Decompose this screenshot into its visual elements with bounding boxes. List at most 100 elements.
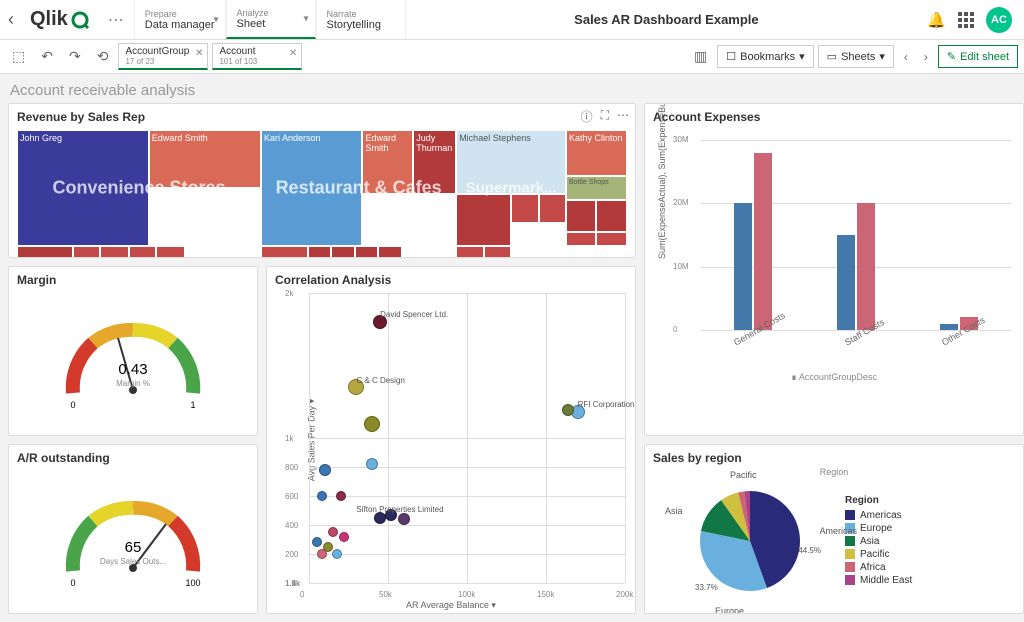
selection-tool-icon[interactable]: ⬚	[6, 44, 31, 69]
bar[interactable]	[857, 203, 875, 330]
x-axis-label: AccountGroupDesc	[799, 372, 877, 382]
more-icon[interactable]: ⋯	[617, 108, 629, 125]
sheets-button[interactable]: ▭ Sheets ▾	[818, 45, 894, 68]
treemap-cell[interactable]	[596, 232, 627, 246]
treemap-cell[interactable]	[456, 194, 511, 246]
apps-grid-icon[interactable]	[958, 12, 974, 28]
card-title: Revenue by Sales Rep	[9, 104, 635, 130]
treemap-cell[interactable]: Michael Stephens	[456, 130, 566, 194]
scatter-point[interactable]	[319, 464, 331, 476]
sales-region-card[interactable]: Sales by region Region Americas 44.5% Eu…	[644, 444, 1024, 614]
margin-gauge: 0.43 Margin % 0 1	[48, 298, 218, 418]
selections-toolbar: ⬚ ↶ ↷ ⟲ AccountGroup 17 of 23 ✕ Account …	[0, 40, 1024, 74]
treemap-cell[interactable]	[378, 246, 401, 258]
scatter-point[interactable]	[398, 513, 410, 525]
treemap-cell[interactable]: Kathy Clinton	[566, 130, 627, 176]
treemap-cell[interactable]	[331, 246, 354, 258]
correlation-card[interactable]: Correlation Analysis Avg Sales Per Day ▾…	[266, 266, 636, 614]
chevron-down-icon: ▾	[303, 13, 308, 24]
treemap-cell[interactable]	[73, 246, 100, 258]
treemap-cell[interactable]: Edward Smith	[149, 130, 261, 188]
treemap-cell[interactable]	[17, 246, 73, 258]
svg-text:65: 65	[125, 539, 142, 556]
legend-item[interactable]: Middle East	[845, 575, 912, 586]
ar-outstanding-card[interactable]: A/R outstanding 65 Days Sales Outs... 0 …	[8, 444, 258, 614]
fullscreen-icon[interactable]: ⛶	[601, 108, 609, 125]
treemap-cell[interactable]: Judy Thurman	[413, 130, 456, 194]
tab-narrate[interactable]: Narrate Storytelling	[316, 0, 406, 39]
treemap-chart[interactable]: John Greg Edward Smith Convenience Store…	[17, 130, 627, 246]
nav-tabs: Prepare Data manager ▾ Analyze Sheet ▾ N…	[134, 0, 406, 39]
close-icon[interactable]: ✕	[195, 48, 203, 59]
treemap-cell[interactable]: Bottle Shops	[566, 176, 627, 199]
margin-gauge-card[interactable]: Margin 0.43 Margin % 0 1	[8, 266, 258, 436]
avatar[interactable]: AC	[986, 7, 1012, 33]
treemap-cell[interactable]	[456, 246, 483, 258]
card-title: A/R outstanding	[9, 445, 257, 471]
treemap-cell[interactable]	[511, 194, 538, 223]
info-icon[interactable]: ⓘ	[581, 108, 593, 125]
legend-item[interactable]: Americas	[845, 510, 912, 521]
card-title: Account Expenses	[645, 104, 1023, 130]
chevron-down-icon: ▾	[213, 14, 218, 25]
treemap-cell[interactable]	[129, 246, 156, 258]
treemap-cell[interactable]	[261, 246, 308, 258]
next-sheet-button[interactable]: ›	[918, 46, 934, 68]
bookmarks-button[interactable]: ☐ Bookmarks ▾	[717, 45, 813, 68]
selection-account[interactable]: Account 101 of 103 ✕	[212, 43, 302, 70]
svg-text:1: 1	[190, 400, 195, 410]
scatter-point[interactable]	[317, 491, 327, 501]
back-button[interactable]: ‹	[0, 9, 22, 30]
svg-text:Days Sales Outs...: Days Sales Outs...	[100, 557, 166, 566]
tab-analyze[interactable]: Analyze Sheet ▾	[226, 0, 316, 39]
treemap-cell[interactable]	[308, 246, 331, 258]
close-icon[interactable]: ✕	[289, 48, 297, 59]
scatter-point[interactable]	[339, 532, 349, 542]
bar[interactable]	[837, 235, 855, 330]
treemap-cell[interactable]: Edward Smith	[362, 130, 413, 194]
scatter-point[interactable]	[317, 549, 327, 559]
insight-icon[interactable]: ▥	[688, 44, 713, 69]
tab-prepare[interactable]: Prepare Data manager ▾	[134, 0, 226, 39]
treemap-cell[interactable]	[596, 200, 627, 232]
bell-icon[interactable]: 🔔	[927, 11, 946, 29]
treemap-cell[interactable]	[156, 246, 185, 258]
svg-text:0: 0	[70, 578, 75, 588]
y-axis-label: Sum(ExpenseActual), Sum(ExpenseBudget)	[657, 241, 667, 259]
scatter-point[interactable]	[364, 416, 380, 432]
pie-chart[interactable]: Americas 44.5% Europe 33.7% Asia Pacific	[685, 476, 815, 606]
clear-selections-icon[interactable]: ⟲	[91, 44, 115, 69]
treemap-cell[interactable]	[566, 200, 597, 232]
card-title: Correlation Analysis	[267, 267, 635, 293]
scatter-point[interactable]	[328, 527, 338, 537]
treemap-cell[interactable]	[484, 246, 511, 258]
scatter-annotation: David Spencer Ltd.	[380, 310, 448, 319]
svg-text:100: 100	[185, 578, 200, 588]
expenses-bar-chart[interactable]: Sum(ExpenseActual), Sum(ExpenseBudget) 3…	[645, 130, 1023, 370]
step-forward-icon[interactable]: ↷	[63, 44, 87, 69]
brand-logo[interactable]: Qlik	[22, 8, 98, 31]
treemap-cell[interactable]: John Greg	[17, 130, 149, 246]
treemap-cell[interactable]	[355, 246, 378, 258]
step-back-icon[interactable]: ↶	[35, 44, 59, 69]
scatter-plot[interactable]: 2004006008001k1.2k1.4k1.6k1.8k2k050k100k…	[309, 293, 625, 583]
treemap-cell[interactable]	[566, 232, 597, 246]
revenue-treemap-card[interactable]: Revenue by Sales Rep ⓘ ⛶ ⋯ John Greg Edw…	[8, 103, 636, 258]
scatter-annotation: RFI Corporation	[578, 400, 635, 409]
bar[interactable]	[734, 203, 752, 330]
legend-item[interactable]: Pacific	[845, 549, 912, 560]
treemap-cell[interactable]	[539, 194, 566, 223]
legend-item[interactable]: Asia	[845, 536, 912, 547]
treemap-cell[interactable]: Kari Anderson	[261, 130, 362, 246]
scatter-point[interactable]	[336, 491, 346, 501]
brand-text: Qlik	[30, 8, 68, 31]
edit-sheet-button[interactable]: ✎ Edit sheet	[938, 45, 1018, 68]
account-expenses-card[interactable]: Account Expenses Sum(ExpenseActual), Sum…	[644, 103, 1024, 436]
selection-accountgroup[interactable]: AccountGroup 17 of 23 ✕	[118, 43, 208, 70]
qlik-q-icon	[70, 10, 90, 30]
treemap-cell[interactable]	[100, 246, 129, 258]
legend-item[interactable]: Africa	[845, 562, 912, 573]
prev-sheet-button[interactable]: ‹	[898, 46, 914, 68]
bar[interactable]	[754, 153, 772, 330]
more-icon[interactable]: ⋯	[98, 10, 134, 30]
